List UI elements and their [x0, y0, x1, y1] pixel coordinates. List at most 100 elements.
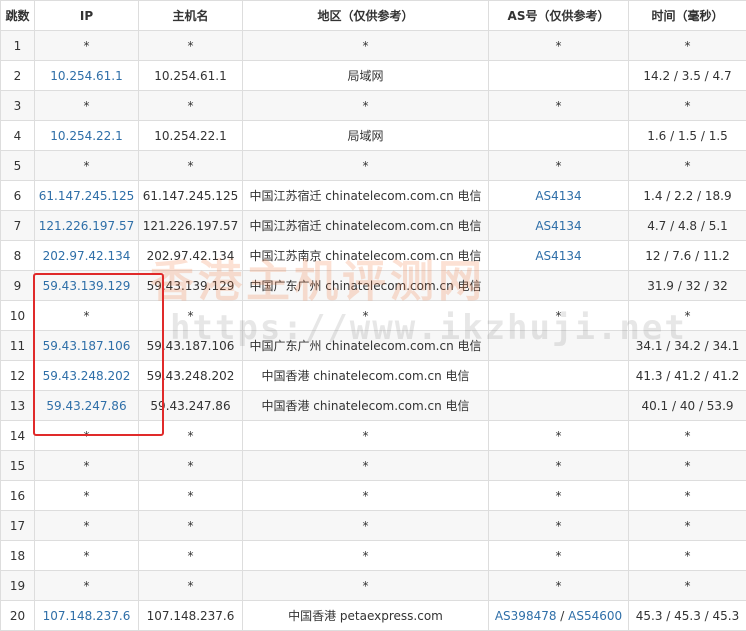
hop-cell-text: 1 — [14, 39, 22, 53]
hop-cell: 7 — [1, 211, 35, 241]
region-cell: * — [243, 91, 489, 121]
ip-cell[interactable]: 202.97.42.134 — [35, 241, 139, 271]
as-cell[interactable]: AS4134 — [489, 181, 629, 211]
ip-cell-text[interactable]: 10.254.22.1 — [50, 129, 123, 143]
hop-cell-text: 18 — [10, 549, 25, 563]
as-cell: AS398478 / AS54600 — [489, 601, 629, 631]
region-cell: * — [243, 571, 489, 601]
host-cell-text: 59.43.139.129 — [147, 279, 235, 293]
as-link[interactable]: AS54600 — [568, 609, 622, 623]
host-cell-text: * — [188, 549, 194, 563]
hop-cell: 13 — [1, 391, 35, 421]
as-link[interactable]: AS398478 — [495, 609, 557, 623]
as-cell[interactable]: AS4134 — [489, 211, 629, 241]
ip-cell[interactable]: 61.147.245.125 — [35, 181, 139, 211]
ip-cell[interactable]: 59.43.248.202 — [35, 361, 139, 391]
as-cell-text[interactable]: AS4134 — [535, 219, 581, 233]
table-row: 1259.43.248.20259.43.248.202中国香港 chinate… — [1, 361, 746, 391]
time-cell: * — [629, 511, 746, 541]
time-cell: * — [629, 571, 746, 601]
ip-cell-text[interactable]: 61.147.245.125 — [39, 189, 134, 203]
host-cell-text: 59.43.187.106 — [147, 339, 235, 353]
time-cell-text: * — [685, 549, 691, 563]
hop-cell: 10 — [1, 301, 35, 331]
table-row: 5***** — [1, 151, 746, 181]
host-cell-text: 202.97.42.134 — [147, 249, 235, 263]
time-cell: * — [629, 421, 746, 451]
time-cell-text: 45.3 / 45.3 / 45.3 — [636, 609, 740, 623]
time-cell-text: 1.6 / 1.5 / 1.5 — [647, 129, 728, 143]
hop-cell: 11 — [1, 331, 35, 361]
ip-cell[interactable]: 10.254.22.1 — [35, 121, 139, 151]
as-cell-text[interactable]: AS4134 — [535, 249, 581, 263]
time-cell-text: * — [685, 519, 691, 533]
hop-cell-text: 10 — [10, 309, 25, 323]
ip-cell-text[interactable]: 107.148.237.6 — [43, 609, 131, 623]
hop-cell-text: 20 — [10, 609, 25, 623]
as-cell — [489, 331, 629, 361]
ip-cell-text[interactable]: 121.226.197.57 — [39, 219, 134, 233]
host-cell: * — [139, 481, 243, 511]
ip-cell[interactable]: 59.43.187.106 — [35, 331, 139, 361]
hop-cell: 17 — [1, 511, 35, 541]
region-cell-text: * — [363, 429, 369, 443]
host-cell-text: 121.226.197.57 — [143, 219, 238, 233]
region-cell: * — [243, 541, 489, 571]
hop-cell: 9 — [1, 271, 35, 301]
ip-cell: * — [35, 31, 139, 61]
as-cell-text[interactable]: AS4134 — [535, 189, 581, 203]
host-cell: 59.43.139.129 — [139, 271, 243, 301]
ip-cell: * — [35, 151, 139, 181]
region-cell-text: * — [363, 489, 369, 503]
hop-cell: 16 — [1, 481, 35, 511]
ip-cell[interactable]: 59.43.139.129 — [35, 271, 139, 301]
ip-cell-text[interactable]: 59.43.187.106 — [43, 339, 131, 353]
host-cell: * — [139, 151, 243, 181]
header-hop: 跳数 — [1, 1, 35, 31]
ip-cell-text: * — [84, 99, 90, 113]
hop-cell: 6 — [1, 181, 35, 211]
host-cell: 202.97.42.134 — [139, 241, 243, 271]
as-cell-text: * — [556, 489, 562, 503]
ip-cell-text[interactable]: 59.43.248.202 — [43, 369, 131, 383]
ip-cell-text: * — [84, 519, 90, 533]
ip-cell-text[interactable]: 59.43.139.129 — [43, 279, 131, 293]
region-cell-text: 中国广东广州 chinatelecom.com.cn 电信 — [249, 279, 481, 293]
time-cell: 1.6 / 1.5 / 1.5 — [629, 121, 746, 151]
ip-cell[interactable]: 107.148.237.6 — [35, 601, 139, 631]
hop-cell-text: 14 — [10, 429, 25, 443]
table-row: 210.254.61.110.254.61.1局域网14.2 / 3.5 / 4… — [1, 61, 746, 91]
region-cell-text: * — [363, 579, 369, 593]
table-row: 18***** — [1, 541, 746, 571]
as-cell — [489, 61, 629, 91]
region-cell: 中国广东广州 chinatelecom.com.cn 电信 — [243, 331, 489, 361]
host-cell: 61.147.245.125 — [139, 181, 243, 211]
hop-cell-text: 17 — [10, 519, 25, 533]
time-cell-text: 12 / 7.6 / 11.2 — [645, 249, 729, 263]
host-cell: 59.43.248.202 — [139, 361, 243, 391]
ip-cell-text[interactable]: 202.97.42.134 — [43, 249, 131, 263]
time-cell-text: * — [685, 39, 691, 53]
ip-cell[interactable]: 10.254.61.1 — [35, 61, 139, 91]
ip-cell-text[interactable]: 10.254.61.1 — [50, 69, 123, 83]
hop-cell-text: 15 — [10, 459, 25, 473]
host-cell: * — [139, 31, 243, 61]
host-cell: 10.254.61.1 — [139, 61, 243, 91]
ip-cell-text[interactable]: 59.43.247.86 — [46, 399, 126, 413]
as-cell: * — [489, 91, 629, 121]
hop-cell-text: 3 — [14, 99, 22, 113]
ip-cell[interactable]: 121.226.197.57 — [35, 211, 139, 241]
as-cell: * — [489, 421, 629, 451]
as-cell[interactable]: AS4134 — [489, 241, 629, 271]
ip-cell-text: * — [84, 459, 90, 473]
table-row: 3***** — [1, 91, 746, 121]
host-cell: * — [139, 301, 243, 331]
time-cell: * — [629, 151, 746, 181]
ip-cell[interactable]: 59.43.247.86 — [35, 391, 139, 421]
time-cell: * — [629, 91, 746, 121]
hop-cell: 18 — [1, 541, 35, 571]
time-cell: 31.9 / 32 / 32 — [629, 271, 746, 301]
as-cell-text: * — [556, 429, 562, 443]
hop-cell: 14 — [1, 421, 35, 451]
hop-cell-text: 2 — [14, 69, 22, 83]
